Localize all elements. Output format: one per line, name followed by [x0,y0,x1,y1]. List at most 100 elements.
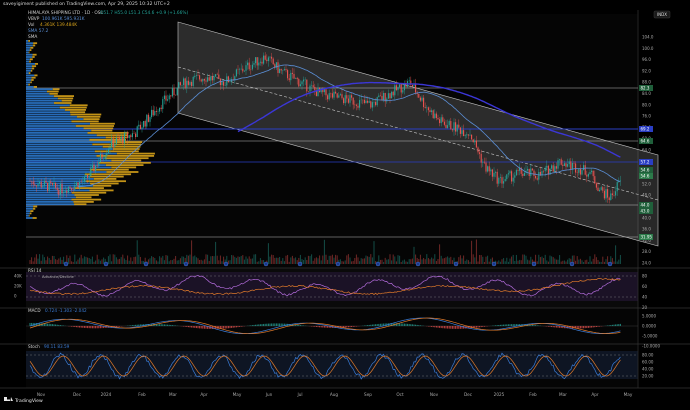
macd-hist-bar [199,326,201,329]
volume-bar [159,256,161,264]
event-marker-icon[interactable] [103,261,109,267]
candle-body [447,125,449,128]
volume-bar [208,261,210,264]
volume-bar [75,261,77,264]
volume-bar [354,258,356,264]
event-marker-icon[interactable] [143,261,149,267]
candle-body [560,159,562,165]
vp-bar-up [26,42,34,45]
vp-bar-up [26,95,54,97]
candle-body [242,68,244,72]
candle-body [317,87,319,97]
event-marker-icon[interactable] [335,261,341,267]
macd-hist-bar [167,324,169,326]
event-marker-icon[interactable] [183,261,189,267]
volume-bar [551,256,553,264]
macd-hist-bar [506,324,508,326]
candle-body [467,134,469,136]
macd-hist-bar [82,326,84,328]
macd-hist-bar [47,323,49,326]
volume-bar [539,257,541,264]
event-marker-icon[interactable] [297,261,303,267]
candle-body [283,69,285,71]
macd-hist-bar [376,324,378,326]
event-marker-icon[interactable] [63,261,69,267]
candle-body [245,65,247,71]
event-marker-icon[interactable] [531,261,537,267]
time-label: Dec [73,392,82,397]
volume-bar [173,258,175,264]
candle-body [455,122,457,132]
candle-body [546,165,548,168]
candle-body [517,170,519,171]
event-marker-icon[interactable] [491,261,497,267]
volume-bar [29,260,31,264]
event-marker-icon[interactable] [263,261,269,267]
volume-bar [205,254,207,264]
candle-body [162,99,164,110]
vp-bar-down [33,86,37,88]
candle-body [291,72,293,74]
event-marker-icon[interactable] [607,261,613,267]
vp-bar-up [26,76,32,79]
volume-bar [541,256,543,264]
candle-body [88,176,90,178]
vp-bar-up [26,157,106,160]
macd-hist-bar [194,326,196,328]
volume-bar [80,254,82,264]
candle-body [503,181,505,184]
candle-body [591,170,593,173]
macd-hist-bar [250,325,252,326]
macd-hist-bar [296,324,298,326]
event-marker-icon[interactable] [375,261,381,267]
macd-hist-bar [56,324,58,326]
candle-body [527,168,529,171]
macd-hist-bar [119,326,121,327]
volume-bar [82,258,84,264]
macd-hist-bar [594,326,596,328]
vp-bar-down [28,51,30,54]
candle-body [210,76,212,81]
volume-bar [240,255,242,264]
vp-bar-up [26,83,29,86]
macd-hist-bar [267,323,269,326]
volume-bar [50,259,52,264]
rsi-band [26,272,638,301]
macd-hist-bar [402,323,404,326]
volume-bar [211,255,213,264]
volume-bar [74,254,76,264]
macd-hist-bar [371,324,373,326]
vp-bar-up [26,44,33,47]
volume-bar [509,258,511,264]
volume-bar [39,254,41,264]
macd-hist-bar [55,324,57,326]
macd-hist-bar [138,324,140,326]
macd-hist-bar [234,326,236,328]
candle-body [581,170,583,175]
chart-canvas[interactable]: HIMALAYA SHIPPING LTD · 1D · OSL O51.7 H… [0,0,690,410]
macd-hist-bar [559,326,561,328]
macd-hist-bar [533,325,535,326]
event-marker-icon[interactable] [415,261,421,267]
event-marker-icon[interactable] [569,261,575,267]
volume-bar [149,258,151,264]
candle-body [37,183,39,187]
vp-bar-down [34,74,38,77]
volume-bar [306,260,308,264]
candle-body [363,99,365,104]
candle-body [287,70,289,79]
event-marker-icon[interactable] [223,261,229,267]
vp-bar-up [26,148,113,150]
macd-hist-bar [579,326,581,329]
macd-hist-bar [405,323,407,326]
volume-bar [448,257,450,264]
candle-body [557,160,559,169]
event-marker-icon[interactable] [453,261,459,267]
vp-bar-up [26,173,85,176]
candle-body [314,86,316,91]
macd-hist-bar [227,326,229,329]
candle-body [295,77,297,79]
macd-hist-bar [355,326,357,327]
candle-body [200,79,202,82]
volume-bar [611,258,613,264]
